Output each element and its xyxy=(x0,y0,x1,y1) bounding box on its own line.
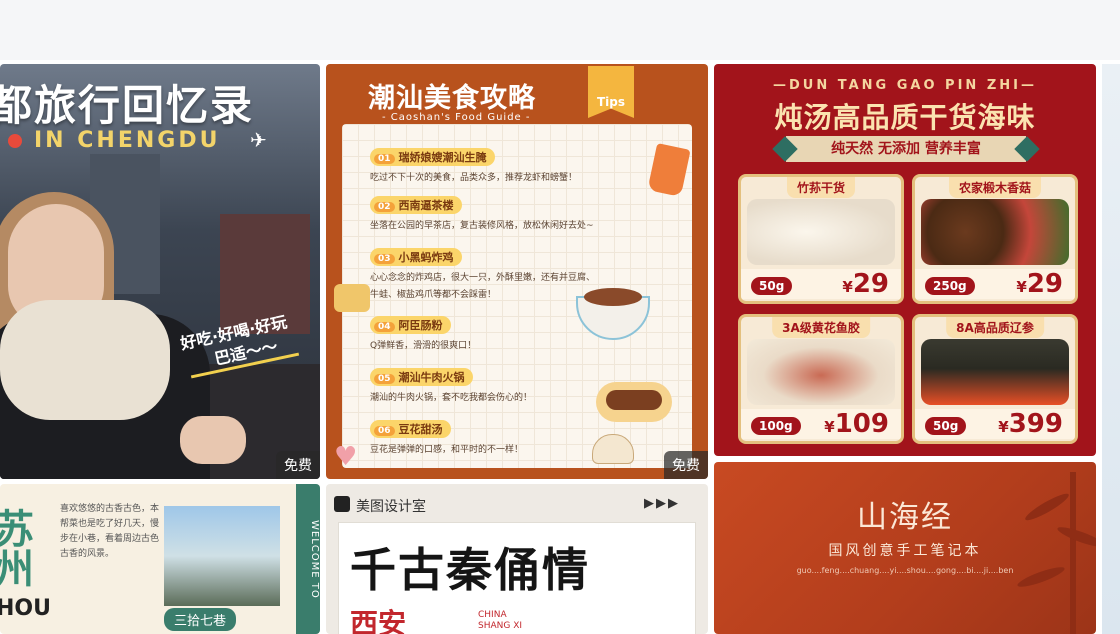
heart-icon: ♥ xyxy=(334,442,358,472)
item-name: 瑞娇娘嫂潮汕生腌 xyxy=(398,151,487,164)
list-item: 01 瑞娇娘嫂潮汕生腌 吃过不下十次的美食，品类众多，推荐龙虾和螃蟹！ xyxy=(370,146,640,183)
currency-symbol: ¥ xyxy=(998,418,1009,436)
bread-illustration xyxy=(334,284,370,312)
card-title-large: 苏 州 xyxy=(0,507,34,593)
product-image xyxy=(747,199,895,265)
currency-symbol: ¥ xyxy=(842,278,853,296)
product-price: ¥109 xyxy=(824,409,889,439)
card-title: 都旅行回忆录 xyxy=(0,81,255,130)
template-card-suzhou[interactable]: 苏 州 HOU 喜欢悠悠的古香古色，本帮菜也是吃了好几天，慢步在小巷，看着周边古… xyxy=(0,484,320,634)
brand-name: 美图设计室 xyxy=(356,499,426,515)
product-tile: 8A高品质辽参 50g ¥399 xyxy=(912,314,1078,444)
price-value: 29 xyxy=(1026,269,1063,299)
location-tag: 三拾七巷 xyxy=(164,608,237,631)
item-name: 豆花甜汤 xyxy=(398,423,443,436)
card-title: 千古秦俑情 xyxy=(350,543,590,597)
item-name: 阿臣肠粉 xyxy=(398,319,443,332)
template-card-shanhaijing[interactable]: 山海经 国风创意手工笔记本 guo....feng....chuang....y… xyxy=(714,462,1096,634)
product-label: 农家椴木香菇 xyxy=(948,177,1042,198)
currency-symbol: ¥ xyxy=(1016,278,1027,296)
product-weight: 100g xyxy=(751,417,801,435)
airplane-icon: ✈ xyxy=(250,128,267,152)
product-tile: 竹荪干货 50g ¥29 xyxy=(738,174,904,304)
location-pin-icon xyxy=(8,134,22,148)
bun-illustration xyxy=(592,434,634,464)
item-desc: 心心念念的炸鸡店，很大一只，外酥里嫩，还有并豆腐、 xyxy=(370,273,596,283)
product-tile: 农家椴木香菇 250g ¥29 xyxy=(912,174,1078,304)
photo-person-scarf xyxy=(0,300,170,420)
product-price: ¥29 xyxy=(842,269,889,299)
item-number: 06 xyxy=(374,426,395,436)
template-card-qin-terracotta[interactable]: 美图设计室 ▶▶▶ 千古秦俑情 西安 CHINA SHANG XI xyxy=(326,484,708,634)
card-subtitle: IN CHENGDU xyxy=(34,128,221,153)
price-value: 109 xyxy=(834,409,889,439)
top-bar xyxy=(0,0,1120,60)
card-ribbon: 纯天然 无添加 营养丰富 xyxy=(786,136,1026,162)
tips-ribbon: Tips xyxy=(588,66,634,118)
card-subtitle: 西安 xyxy=(350,607,407,634)
item-number: 01 xyxy=(374,154,395,164)
template-card-chaoshan-food[interactable]: 潮汕美食攻略 - Caoshan's Food Guide - Tips 01 瑞… xyxy=(326,64,708,479)
currency-symbol: ¥ xyxy=(824,418,835,436)
item-name: 潮汕牛肉火锅 xyxy=(398,371,465,384)
card-title-latin: HOU xyxy=(0,596,51,621)
item-desc: 坐落在公园的早茶店，复古装修风格，放松休闲好去处~ xyxy=(370,221,594,231)
item-number: 03 xyxy=(374,254,395,264)
product-label: 竹荪干货 xyxy=(786,177,856,198)
item-number: 04 xyxy=(374,322,395,332)
welcome-sidebar: WELCOME TO xyxy=(296,484,320,634)
price-value: 399 xyxy=(1008,409,1063,439)
product-price: ¥29 xyxy=(1016,269,1063,299)
card-title: 山海经 xyxy=(857,500,953,535)
product-tile: 3A级黄花鱼胶 100g ¥109 xyxy=(738,314,904,444)
product-image xyxy=(921,199,1069,265)
product-price: ¥399 xyxy=(998,409,1063,439)
garden-photo xyxy=(164,506,280,606)
list-item: 02 西南逼茶楼 坐落在公园的早茶店，复古装修风格，放松休闲好去处~ xyxy=(370,194,640,231)
handwritten-text: 喜欢悠悠的古香古色，本帮菜也是吃了好几天，慢步在小巷，看着周边古色古香的风景。 xyxy=(60,504,160,559)
card-subtitle: 国风创意手工笔记本 xyxy=(828,543,982,559)
free-badge: 免费 xyxy=(664,451,708,479)
card-title: 炖汤高品质干货海味 xyxy=(774,101,1036,134)
meitu-logo-icon xyxy=(334,496,350,512)
item-name: 西南逼茶楼 xyxy=(398,199,454,212)
photo-person-hand xyxy=(180,416,246,464)
template-card-dry-seafood[interactable]: —DUN TANG GAO PIN ZHI— 炖汤高品质干货海味 纯天然 无添加… xyxy=(714,64,1096,456)
product-label: 8A高品质辽参 xyxy=(946,317,1044,338)
product-image xyxy=(747,339,895,405)
dish-illustration xyxy=(596,382,672,422)
product-weight: 50g xyxy=(751,277,793,295)
product-label: 3A级黄花鱼胶 xyxy=(772,317,870,338)
product-weight: 250g xyxy=(925,277,975,295)
item-name: 小黑蚂炸鸡 xyxy=(398,251,454,264)
card-guide-subtitle: - Caoshan's Food Guide - xyxy=(382,112,531,123)
card-latin-caption: CHINA SHANG XI xyxy=(478,610,522,632)
caption-line-2: SHANG XI xyxy=(478,621,523,631)
product-weight: 50g xyxy=(925,417,967,435)
card-title: 潮汕美食攻略 xyxy=(368,83,536,114)
item-number: 02 xyxy=(374,202,395,212)
product-image xyxy=(921,339,1069,405)
price-value: 29 xyxy=(852,269,889,299)
caption-line-1: CHINA xyxy=(478,610,507,620)
free-badge: 免费 xyxy=(276,451,320,479)
play-arrows-icon: ▶▶▶ xyxy=(644,496,680,511)
partial-card-edge[interactable] xyxy=(1102,64,1120,634)
template-card-chengdu[interactable]: 都旅行回忆录 IN CHENGDU ✈ 好吃·好喝·好玩 巴适～～ 免费 xyxy=(0,64,320,479)
item-desc: Q弹鲜香，滑滑的很爽口！ xyxy=(370,341,477,351)
item-desc: 吃过不下十次的美食，品类众多，推荐龙虾和螃蟹！ xyxy=(370,173,578,183)
card-pinyin: guo....feng....chuang....yi....shou....g… xyxy=(796,566,1014,575)
item-number: 05 xyxy=(374,374,395,384)
card-pinyin-header: —DUN TANG GAO PIN ZHI— xyxy=(773,78,1037,93)
